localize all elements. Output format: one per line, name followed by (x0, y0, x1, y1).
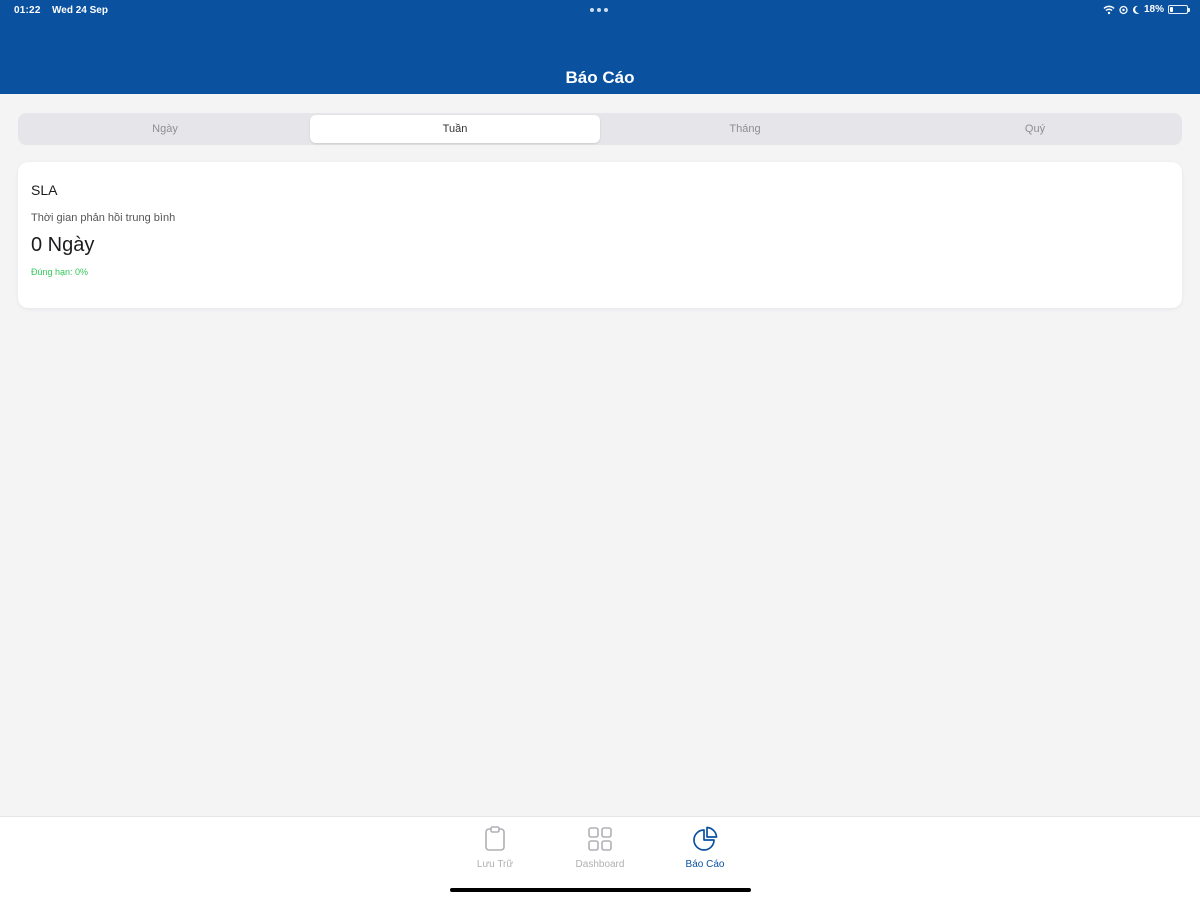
status-indicators: 18% (1103, 4, 1190, 15)
page-title: Báo Cáo (565, 68, 635, 87)
grid-icon (586, 825, 614, 853)
status-time: 01:22 (14, 5, 41, 16)
sla-on-time-rate: Đúng hạn: 0% (31, 267, 89, 277)
home-indicator[interactable] (450, 888, 751, 892)
tab-storage[interactable]: Lưu Trữ (445, 825, 545, 870)
segment-day[interactable]: Ngày (20, 115, 310, 143)
battery-percent: 18% (1143, 4, 1164, 15)
sla-average-response-value: 0 Ngày (31, 234, 95, 256)
wifi-icon (1103, 5, 1115, 14)
moon-icon (1132, 5, 1140, 14)
sla-card-title: SLA (31, 182, 58, 198)
sla-card: SLA Thời gian phản hồi trung bình 0 Ngày… (18, 162, 1182, 308)
period-segmented-control: Ngày Tuần Tháng Quý (18, 113, 1182, 145)
clipboard-icon (481, 825, 509, 853)
status-date: Wed 24 Sep (52, 5, 108, 16)
tab-reports-label: Báo Cáo (685, 859, 725, 870)
tab-dashboard-label: Dashboard (575, 859, 625, 870)
battery-icon (1168, 5, 1190, 14)
sla-card-subtitle: Thời gian phản hồi trung bình (31, 212, 176, 224)
segment-month[interactable]: Tháng (600, 115, 890, 143)
app-header: 01:22 Wed 24 Sep 18% Báo Cáo (0, 0, 1200, 94)
tab-dashboard[interactable]: Dashboard (550, 825, 650, 870)
multitasking-dots-icon[interactable] (590, 8, 608, 12)
segment-quarter[interactable]: Quý (890, 115, 1180, 143)
location-lock-icon (1119, 5, 1128, 14)
segment-week[interactable]: Tuần (310, 115, 600, 143)
tab-storage-label: Lưu Trữ (476, 859, 514, 870)
tab-reports[interactable]: Báo Cáo (655, 825, 755, 870)
pie-chart-icon (691, 825, 719, 853)
